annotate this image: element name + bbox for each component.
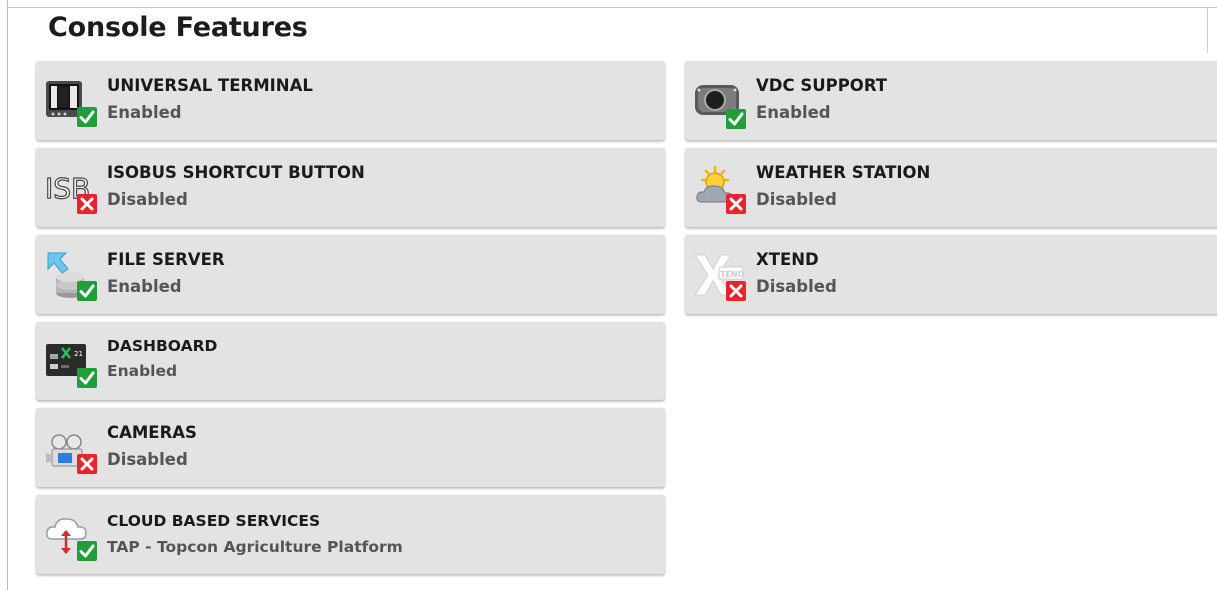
page-title: Console Features [48, 12, 308, 43]
enabled-check-icon [77, 107, 97, 127]
enabled-check-icon [726, 109, 746, 129]
panel-tab-edge [1207, 8, 1217, 53]
feature-status: Enabled [756, 103, 831, 122]
feature-name: CLOUD BASED SERVICES [107, 512, 321, 530]
feature-status: Enabled [107, 103, 182, 122]
file-server-icon [44, 247, 100, 303]
feature-status: TAP - Topcon Agriculture Platform [107, 538, 403, 556]
frame-left-border [7, 0, 8, 590]
cameras-icon [44, 420, 100, 476]
feature-name: XTEND [756, 250, 819, 269]
feature-tile-xtend[interactable]: TEND XTEND Disabled [685, 235, 1217, 314]
feature-name: VDC SUPPORT [756, 76, 888, 95]
isobus-shortcut-icon: ISB [44, 160, 100, 216]
feature-status: Disabled [107, 190, 188, 209]
disabled-cross-icon [77, 454, 97, 474]
vdc-support-icon [693, 73, 749, 129]
xtend-icon: TEND [693, 247, 749, 303]
disabled-cross-icon [77, 194, 97, 214]
feature-tile-dashboard[interactable]: 21 DASHBOARD Enabled [36, 322, 665, 400]
feature-name: CAMERAS [107, 423, 197, 442]
enabled-check-icon [77, 541, 97, 561]
feature-name: UNIVERSAL TERMINAL [107, 76, 313, 95]
feature-name: WEATHER STATION [756, 163, 931, 182]
feature-tile-file-server[interactable]: FILE SERVER Enabled [36, 235, 665, 314]
feature-tile-cameras[interactable]: CAMERAS Disabled [36, 408, 665, 487]
feature-status: Enabled [107, 362, 178, 380]
enabled-check-icon [77, 281, 97, 301]
feature-status: Enabled [107, 277, 182, 296]
feature-status: Disabled [107, 450, 188, 469]
enabled-check-icon [77, 368, 97, 388]
disabled-cross-icon [726, 281, 746, 301]
xtend-icon-text: TEND [720, 270, 745, 279]
feature-name: DASHBOARD [107, 337, 218, 355]
feature-tile-weather-station[interactable]: WEATHER STATION Disabled [685, 148, 1217, 227]
feature-name: ISOBUS SHORTCUT BUTTON [107, 163, 365, 182]
universal-terminal-icon [44, 73, 100, 129]
cloud-services-icon [44, 507, 100, 563]
feature-tile-universal-terminal[interactable]: UNIVERSAL TERMINAL Enabled [36, 61, 665, 140]
feature-tile-cloud-based-services[interactable]: CLOUD BASED SERVICES TAP - Topcon Agricu… [36, 495, 665, 574]
weather-station-icon [693, 160, 749, 216]
feature-tile-vdc-support[interactable]: VDC SUPPORT Enabled [685, 61, 1217, 140]
dashboard-icon: 21 [44, 334, 100, 390]
feature-status: Disabled [756, 190, 837, 209]
feature-name: FILE SERVER [107, 250, 225, 269]
disabled-cross-icon [726, 194, 746, 214]
feature-tile-isobus-shortcut-button[interactable]: ISB ISOBUS SHORTCUT BUTTON Disabled [36, 148, 665, 227]
dashboard-icon-text: 21 [74, 350, 83, 358]
feature-status: Disabled [756, 277, 837, 296]
